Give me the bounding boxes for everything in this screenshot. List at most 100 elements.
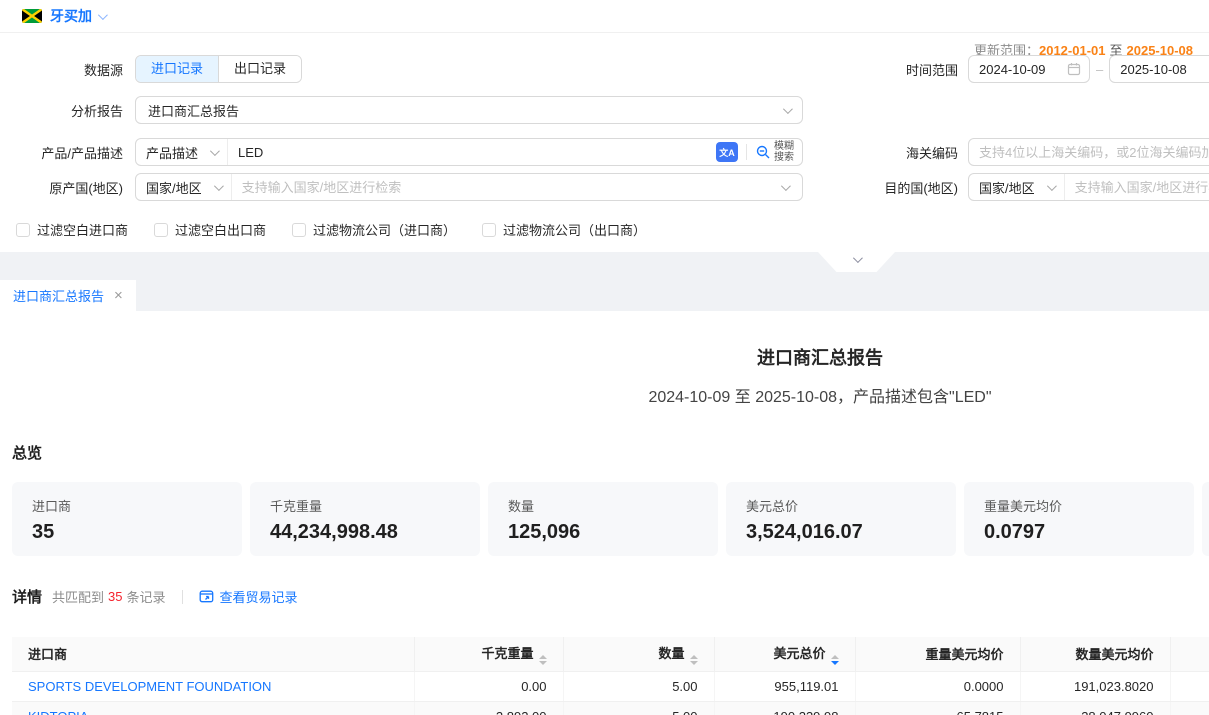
filter-checkbox[interactable]: 过滤物流公司（出口商） — [482, 220, 646, 239]
table-row: SPORTS DEVELOPMENT FOUNDATION0.005.00955… — [12, 671, 1209, 701]
checkbox-icon[interactable] — [16, 223, 30, 237]
chevron-down-icon[interactable] — [98, 10, 108, 20]
date-end-box — [1109, 55, 1209, 83]
chevron-down-icon — [781, 181, 791, 191]
overview-card: 重量美元均价0.0797 — [964, 482, 1194, 556]
importer-cell[interactable]: KIDTOPIA — [12, 701, 414, 715]
filter-checkbox[interactable]: 过滤物流公司（进口商） — [292, 220, 456, 239]
divider — [746, 144, 747, 160]
checkbox-icon[interactable] — [154, 223, 168, 237]
report-select-value: 进口商汇总报告 — [148, 101, 239, 120]
detail-bar: 详情 共匹配到 35 条记录 查看贸易记录 — [12, 586, 1209, 607]
tab-label: 进口商汇总报告 — [13, 286, 104, 305]
value-cell-empty — [1170, 701, 1209, 715]
column-header[interactable]: 千克重量 — [414, 637, 563, 671]
column-label: 重量美元均价 — [925, 647, 1003, 662]
destination-search-input[interactable] — [1065, 174, 1209, 200]
column-header[interactable]: 数量 — [563, 637, 714, 671]
translate-icon[interactable]: 文A — [716, 142, 738, 162]
overview-heading: 总览 — [12, 442, 1209, 463]
card-label: 数量 — [508, 496, 698, 515]
value-cell: 2,892.00 — [414, 701, 563, 715]
date-end-input[interactable] — [1110, 56, 1209, 82]
value-cell: 190,239.98 — [714, 701, 855, 715]
country-selector-label[interactable]: 牙买加 — [50, 6, 92, 26]
importer-link[interactable]: SPORTS DEVELOPMENT FOUNDATION — [28, 679, 271, 694]
detail-table-wrap: 进口商千克重量数量美元总价重量美元均价数量美元均价 SPORTS DEVELOP… — [12, 637, 1209, 715]
product-keyword-input[interactable] — [228, 139, 716, 165]
column-header[interactable]: 美元总价 — [714, 637, 855, 671]
column-label: 数量 — [658, 646, 684, 661]
destination-label: 目的国(地区) — [872, 178, 968, 197]
data-source-row: 数据源 进口记录 出口记录 — [0, 55, 302, 83]
date-range-separator: – — [1096, 62, 1103, 77]
value-cell: 65.7815 — [855, 701, 1020, 715]
date-start-input[interactable] — [969, 56, 1067, 82]
report-select[interactable]: 进口商汇总报告 — [135, 96, 803, 124]
column-label: 千克重量 — [481, 646, 533, 661]
tab-import-records[interactable]: 进口记录 — [136, 56, 218, 82]
overview-card: 美元总价3,524,016.07 — [726, 482, 956, 556]
destination-row: 目的国(地区) 国家/地区 — [872, 173, 1209, 201]
jamaica-flag-icon — [22, 9, 42, 23]
filter-checkbox[interactable]: 过滤空白出口商 — [154, 220, 266, 239]
filter-panel: 更新范围：2012-01-01至2025-10-08 数据源 进口记录 出口记录… — [0, 33, 1209, 252]
destination-type-select[interactable]: 国家/地区 — [969, 174, 1065, 200]
sort-carets-icon[interactable] — [831, 655, 839, 665]
column-label: 美元总价 — [773, 646, 825, 661]
calendar-icon[interactable] — [1067, 62, 1089, 76]
card-label: 千克重量 — [270, 496, 460, 515]
chevron-down-icon — [214, 181, 224, 191]
hs-code-box — [968, 138, 1209, 166]
hs-code-input[interactable] — [969, 139, 1209, 165]
close-icon[interactable]: × — [114, 288, 123, 303]
card-value: 0.0797 — [984, 521, 1174, 544]
hs-code-label: 海关编码 — [872, 143, 968, 162]
data-source-label: 数据源 — [0, 60, 135, 79]
card-value: 44,234,998.48 — [270, 521, 460, 544]
tab-importer-summary-report[interactable]: 进口商汇总报告 × — [0, 280, 136, 311]
product-label: 产品/产品描述 — [0, 143, 135, 162]
chevron-down-icon — [783, 104, 793, 114]
origin-search-input[interactable] — [232, 174, 781, 200]
collapse-strip — [0, 252, 1209, 280]
view-trade-records-link[interactable]: 查看贸易记录 — [199, 587, 298, 606]
sort-carets-icon[interactable] — [539, 655, 547, 665]
origin-type-value: 国家/地区 — [146, 178, 202, 197]
value-cell-empty — [1170, 671, 1209, 701]
overview-cards: 进口商35 千克重量 44,234,998.48 数量125,096美元总价3,524… — [0, 482, 1209, 556]
topbar: 牙买加 — [0, 0, 1209, 33]
column-header: 重量美元均价 — [855, 637, 1020, 671]
collapse-panel-handle[interactable] — [818, 252, 895, 272]
table-header-row: 进口商千克重量数量美元总价重量美元均价数量美元均价 — [12, 637, 1209, 671]
checkbox-label: 过滤物流公司（出口商） — [503, 220, 646, 239]
detail-table: 进口商千克重量数量美元总价重量美元均价数量美元均价 SPORTS DEVELOP… — [12, 637, 1209, 715]
product-type-select[interactable]: 产品描述 — [136, 139, 228, 165]
importer-link[interactable]: KIDTOPIA — [28, 709, 88, 715]
checkbox-label: 过滤空白出口商 — [175, 220, 266, 239]
importer-cell[interactable]: SPORTS DEVELOPMENT FOUNDATION — [12, 671, 414, 701]
checkbox-icon[interactable] — [292, 223, 306, 237]
overview-card: 进口商35 — [12, 482, 242, 556]
checkbox-icon[interactable] — [482, 223, 496, 237]
data-source-segmented: 进口记录 出口记录 — [135, 55, 302, 83]
origin-row: 原产国(地区) 国家/地区 — [0, 173, 803, 201]
value-cell: 0.0000 — [855, 671, 1020, 701]
view-records-icon — [199, 589, 214, 604]
fuzzy-search-icon — [755, 144, 771, 160]
product-type-value: 产品描述 — [146, 143, 198, 162]
origin-type-select[interactable]: 国家/地区 — [136, 174, 232, 200]
table-body: SPORTS DEVELOPMENT FOUNDATION0.005.00955… — [12, 671, 1209, 715]
overview-card: 数量125,096 — [488, 482, 718, 556]
fuzzy-search-button[interactable]: 模糊 搜索 — [755, 141, 802, 163]
chevron-down-icon — [1047, 181, 1057, 191]
tab-export-records[interactable]: 出口记录 — [218, 56, 301, 82]
report-select-row: 分析报告 进口商汇总报告 — [0, 96, 803, 124]
sort-carets-icon[interactable] — [690, 655, 698, 665]
date-start-box — [968, 55, 1090, 83]
overview-card-partial — [1202, 482, 1209, 556]
report-title: 进口商汇总报告 — [0, 344, 1209, 370]
divider — [182, 590, 183, 604]
report-select-label: 分析报告 — [0, 101, 135, 120]
filter-checkbox[interactable]: 过滤空白进口商 — [16, 220, 128, 239]
